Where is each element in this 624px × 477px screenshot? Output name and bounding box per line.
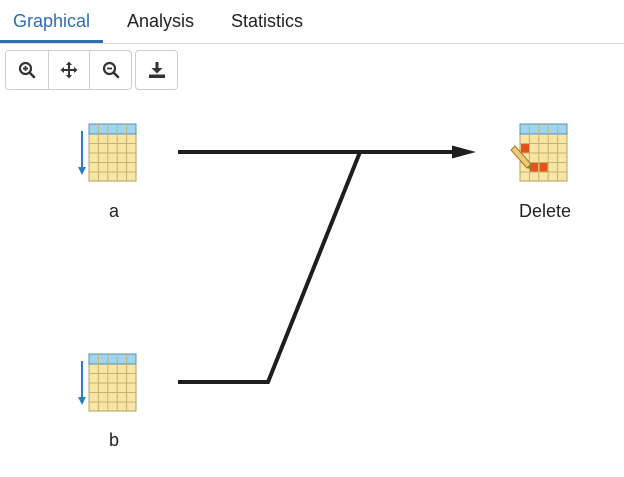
table-sort-icon: [78, 353, 137, 412]
download-button-group: [135, 50, 178, 90]
connector-lines: [178, 145, 476, 384]
tab-graphical[interactable]: Graphical: [0, 0, 104, 43]
node-b[interactable]: [78, 353, 137, 412]
arrowhead: [452, 145, 476, 159]
tab-statistics[interactable]: Statistics: [218, 0, 316, 43]
download-icon: [148, 62, 165, 78]
tab-bar: Graphical Analysis Statistics: [0, 0, 624, 44]
zoom-button-group: [5, 50, 132, 90]
node-b-label: b: [108, 430, 119, 450]
table-edit-icon: [510, 123, 568, 182]
move-icon: [60, 61, 78, 79]
node-a-label: a: [108, 201, 119, 221]
node-delete-label: Delete: [518, 201, 572, 221]
zoom-out-button[interactable]: [89, 51, 131, 89]
edge-b-to-delete: [178, 151, 362, 384]
zoom-in-icon: [18, 61, 36, 79]
download-button[interactable]: [136, 51, 177, 89]
workflow-canvas: [78, 123, 568, 412]
zoom-in-button[interactable]: [6, 51, 48, 89]
node-delete[interactable]: [510, 123, 568, 182]
table-sort-icon: [78, 123, 137, 182]
tab-analysis[interactable]: Analysis: [114, 0, 207, 43]
zoom-out-icon: [102, 61, 119, 79]
node-a[interactable]: [78, 123, 137, 182]
pan-button[interactable]: [47, 51, 90, 89]
